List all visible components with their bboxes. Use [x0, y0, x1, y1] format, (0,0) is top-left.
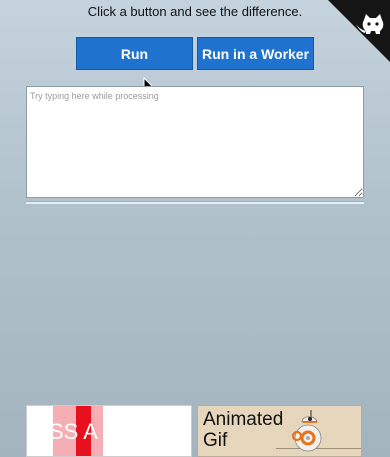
run-in-worker-button[interactable]: Run in a Worker [197, 37, 314, 70]
github-cat-icon [328, 0, 390, 62]
animated-gif-box: Animated Gif [197, 405, 362, 457]
typing-area-container [26, 86, 364, 201]
run-button[interactable]: Run [76, 37, 193, 70]
animated-gif-text: Animated Gif [203, 409, 284, 451]
bb8-droid-icon [291, 410, 322, 452]
divider [26, 201, 364, 204]
css-animation-text: SS A [49, 419, 98, 444]
github-corner-link[interactable] [328, 0, 390, 62]
typing-textarea[interactable] [26, 86, 364, 198]
css-animation-box: SS A [26, 405, 192, 457]
